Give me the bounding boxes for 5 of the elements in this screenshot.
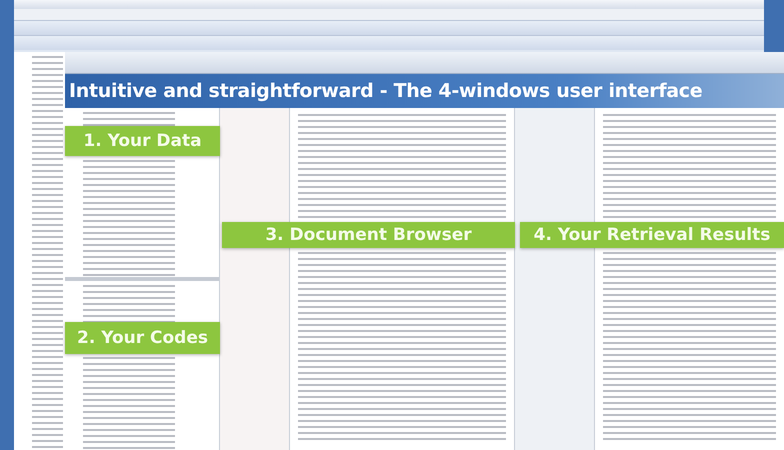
banner-title: Intuitive and straightforward - The 4-windows user interface — [65, 74, 784, 108]
section-label: 1. Your Data — [65, 126, 220, 156]
section-label: 2. Your Codes — [65, 322, 220, 354]
section-label: 4. Your Retrieval Results — [520, 222, 784, 248]
section-label: 3. Document Browser — [222, 222, 515, 248]
